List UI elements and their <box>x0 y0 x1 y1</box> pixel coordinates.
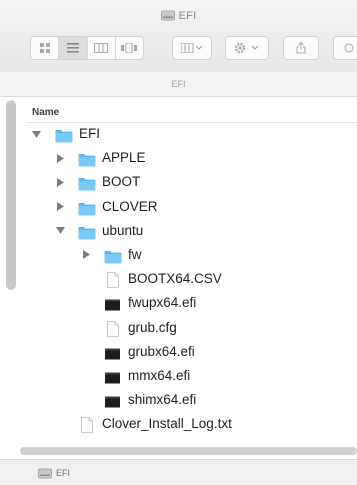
window-title-text: EFI <box>178 10 197 22</box>
disclosure-collapsed-icon[interactable] <box>54 146 66 170</box>
name-column-header[interactable]: Name <box>26 104 357 123</box>
icon-view-icon <box>39 43 50 53</box>
item-name: Clover_Install_Log.txt <box>102 416 232 432</box>
executable-file-icon <box>104 345 122 360</box>
cover-flow-button[interactable] <box>116 37 143 59</box>
share-icon <box>296 42 306 54</box>
document-icon <box>104 272 122 289</box>
arrange-button[interactable] <box>172 36 212 60</box>
file-row[interactable]: grubx64.efi <box>20 340 357 364</box>
folder-icon <box>78 224 96 240</box>
folder-row[interactable]: EFI <box>20 122 357 146</box>
file-list: EFI APPLE BOOT CLOVER ubuntu fw BOOTX64.CSV fwu… <box>20 122 357 436</box>
item-name: fw <box>128 246 142 262</box>
item-name: APPLE <box>102 150 146 166</box>
tags-button[interactable] <box>333 36 357 60</box>
document-icon <box>78 417 96 434</box>
view-mode-control <box>30 36 144 60</box>
folder-icon <box>78 175 96 191</box>
status-path-label: EFI <box>56 468 71 478</box>
disclosure-collapsed-icon[interactable] <box>80 243 92 267</box>
folder-icon <box>55 127 73 143</box>
item-name: BOOTX64.CSV <box>128 271 222 287</box>
folder-row[interactable]: ubuntu <box>20 219 357 243</box>
document-icon <box>104 320 122 337</box>
path-title-bar: EFI <box>0 72 357 97</box>
item-name: EFI <box>79 126 101 141</box>
gear-icon <box>234 42 259 54</box>
folder-row[interactable]: fw <box>20 243 357 267</box>
toolbar <box>30 36 357 60</box>
tag-icon <box>344 43 354 53</box>
drive-icon <box>160 10 175 21</box>
list-view-button[interactable] <box>59 37 88 59</box>
disclosure-expanded-icon[interactable] <box>30 122 42 146</box>
list-view-icon <box>66 43 79 53</box>
horizontal-scrollbar[interactable] <box>20 447 357 455</box>
item-name: shimx64.efi <box>128 392 197 408</box>
item-name: ubuntu <box>102 222 144 238</box>
folder-icon <box>78 200 96 216</box>
drive-icon <box>38 468 52 479</box>
item-name: CLOVER <box>102 198 158 214</box>
file-row[interactable]: Clover_Install_Log.txt <box>20 412 357 436</box>
file-row[interactable]: fwupx64.efi <box>20 291 357 315</box>
cover-flow-icon <box>121 43 138 53</box>
window-title: EFI <box>0 10 357 22</box>
status-bar: EFI <box>0 459 357 485</box>
folder-icon <box>78 151 96 167</box>
title-bar: EFI <box>0 0 357 73</box>
item-name: grub.cfg <box>128 319 177 335</box>
item-name: grubx64.efi <box>128 343 195 359</box>
action-button[interactable] <box>225 36 269 60</box>
item-name: BOOT <box>102 174 141 190</box>
arrange-grid-icon <box>181 43 203 53</box>
column-view-button[interactable] <box>88 37 116 59</box>
executable-file-icon <box>104 393 122 408</box>
executable-file-icon <box>104 369 122 384</box>
disclosure-collapsed-icon[interactable] <box>54 170 66 194</box>
executable-file-icon <box>104 296 122 311</box>
column-view-icon <box>94 43 109 53</box>
item-name: fwupx64.efi <box>128 295 197 311</box>
file-row[interactable]: mmx64.efi <box>20 364 357 388</box>
folder-row[interactable]: APPLE <box>20 146 357 170</box>
finder-window: EFI EFI Name EFI APPLE BOOT CLOVER ubunt… <box>0 0 357 485</box>
file-row[interactable]: shimx64.efi <box>20 388 357 412</box>
file-row[interactable]: grub.cfg <box>20 316 357 340</box>
disclosure-collapsed-icon[interactable] <box>54 195 66 219</box>
icon-view-button[interactable] <box>31 37 60 59</box>
disclosure-expanded-icon[interactable] <box>54 219 66 243</box>
item-name: mmx64.efi <box>128 367 191 383</box>
folder-row[interactable]: CLOVER <box>20 195 357 219</box>
folder-icon <box>104 248 122 264</box>
name-column-label: Name <box>32 107 60 118</box>
folder-row[interactable]: BOOT <box>20 170 357 194</box>
share-button[interactable] <box>283 36 319 60</box>
vertical-scrollbar[interactable] <box>6 100 16 290</box>
file-row[interactable]: BOOTX64.CSV <box>20 267 357 291</box>
